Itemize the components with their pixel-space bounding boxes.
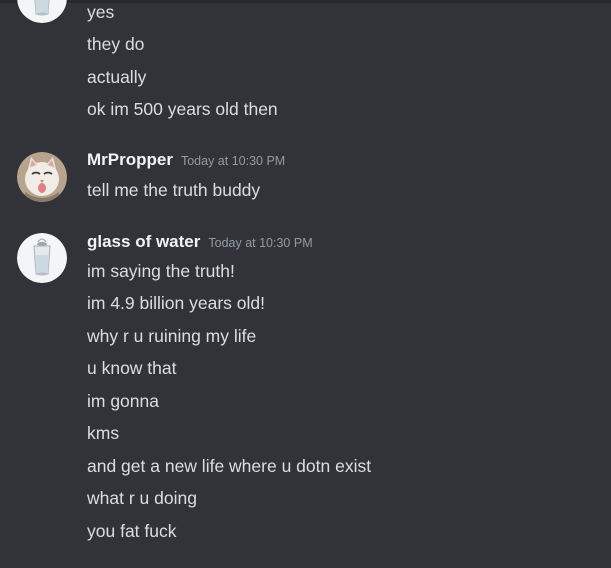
message-text: kms <box>87 423 120 443</box>
avatar[interactable] <box>17 233 67 283</box>
message-text: im saying the truth! <box>87 261 235 281</box>
message-text: u know that <box>87 358 177 378</box>
message-text: im 4.9 billion years old! <box>87 293 265 313</box>
timestamp[interactable]: Today at 10:30 PM <box>181 154 285 168</box>
message-text: what r u doing <box>87 488 197 508</box>
username[interactable]: glass of water <box>87 232 200 251</box>
timestamp[interactable]: Today at 10:30 PM <box>208 236 312 250</box>
message-text: yes <box>87 2 115 22</box>
chat-messages-area: yes they do actually ok im 500 years old… <box>0 0 611 568</box>
message-text: ok im 500 years old then <box>87 99 278 119</box>
message-header: glass of water Today at 10:30 PM <box>87 232 313 254</box>
message-text: actually <box>87 67 147 87</box>
message-text: why r u ruining my life <box>87 326 257 346</box>
message-text: and get a new life where u dotn exist <box>87 456 372 476</box>
cat-avatar-icon <box>17 152 67 202</box>
glass-of-water-avatar-icon <box>17 233 67 283</box>
message-text: im gonna <box>87 391 159 411</box>
glass-of-water-avatar-icon <box>17 0 67 23</box>
avatar[interactable] <box>17 152 67 202</box>
avatar[interactable] <box>17 0 67 23</box>
message-text: you fat fuck <box>87 521 177 541</box>
message-text: tell me the truth buddy <box>87 180 261 200</box>
username[interactable]: MrPropper <box>87 150 173 169</box>
message-text: they do <box>87 34 145 54</box>
message-header: MrPropper Today at 10:30 PM <box>87 150 285 172</box>
